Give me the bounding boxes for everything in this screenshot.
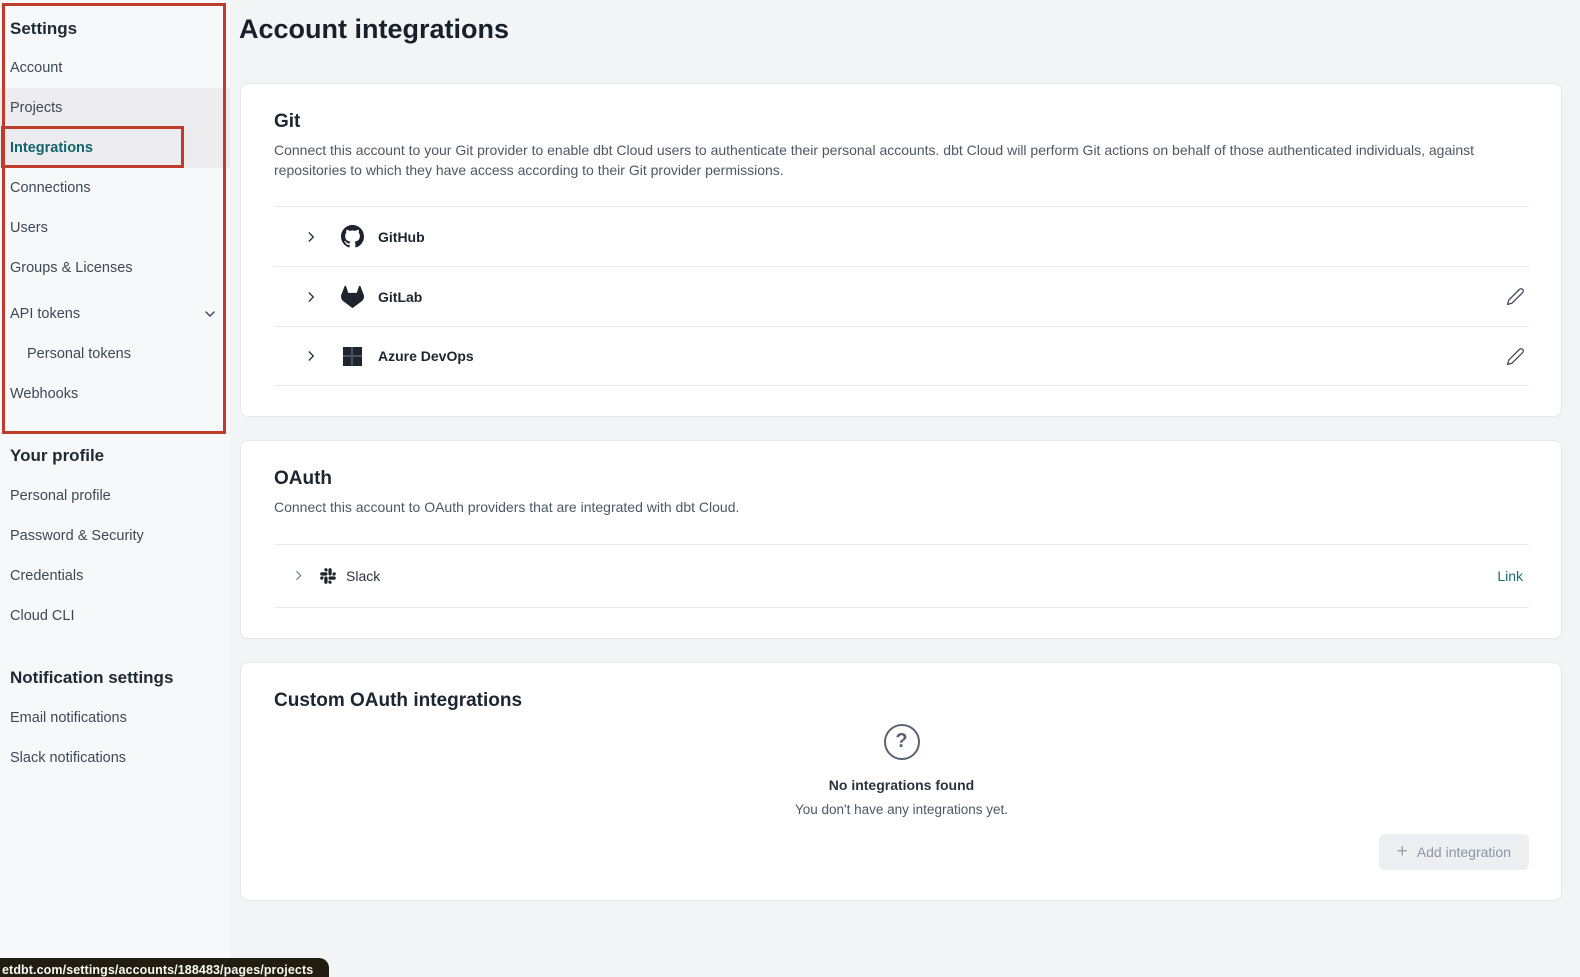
sidebar-item-groups-licenses[interactable]: Groups & Licenses [0,248,230,288]
sidebar-heading-notification-settings: Notification settings [0,658,230,698]
oauth-section-heading: OAuth [274,468,1529,490]
empty-state: ? No integrations found You don't have a… [274,724,1529,817]
sidebar-item-cloud-cli[interactable]: Cloud CLI [0,596,230,636]
chevron-right-icon[interactable] [304,230,318,244]
sidebar-item-personal-profile[interactable]: Personal profile [0,476,230,516]
custom-oauth-heading: Custom OAuth integrations [274,690,1529,712]
settings-sidebar: Settings Account Projects Integrations C… [0,0,230,977]
sidebar-item-api-tokens[interactable]: API tokens [0,294,230,334]
chevron-right-icon[interactable] [292,569,305,582]
sidebar-item-label: API tokens [10,306,80,322]
git-provider-row-github[interactable]: GitHub [274,206,1529,266]
edit-pencil-icon[interactable] [1503,344,1527,368]
provider-name: GitLab [378,289,422,305]
sidebar-item-password-security[interactable]: Password & Security [0,516,230,556]
edit-pencil-icon[interactable] [1503,285,1527,309]
provider-name: GitHub [378,229,425,245]
oauth-provider-list: Slack Link [274,544,1529,608]
git-section-card: Git Connect this account to your Git pro… [240,83,1562,417]
git-provider-row-azure-devops[interactable]: Azure DevOps [274,326,1529,386]
azure-devops-icon [340,344,364,368]
sidebar-item-email-notifications[interactable]: Email notifications [0,698,230,738]
sidebar-item-credentials[interactable]: Credentials [0,556,230,596]
empty-state-title: No integrations found [829,777,974,793]
oauth-section-card: OAuth Connect this account to OAuth prov… [240,440,1562,639]
sidebar-heading-your-profile: Your profile [0,436,230,476]
sidebar-item-connections[interactable]: Connections [0,168,230,208]
sidebar-item-account[interactable]: Account [0,48,230,88]
sidebar-item-webhooks[interactable]: Webhooks [0,374,230,414]
page-title: Account integrations [239,12,1580,46]
git-provider-list: GitHub GitLab [274,206,1529,386]
chevron-right-icon[interactable] [304,290,318,304]
sidebar-item-slack-notifications[interactable]: Slack notifications [0,738,230,778]
chevron-down-icon [202,306,218,322]
oauth-provider-row-slack[interactable]: Slack Link [274,544,1529,608]
gitlab-icon [340,285,364,309]
oauth-section-description: Connect this account to OAuth providers … [274,498,1529,518]
provider-name: Azure DevOps [378,348,474,364]
empty-state-subtitle: You don't have any integrations yet. [795,802,1008,817]
app-root: Settings Account Projects Integrations C… [0,0,1580,977]
main-content: Account integrations Git Connect this ac… [230,0,1580,977]
git-provider-row-gitlab[interactable]: GitLab [274,266,1529,326]
add-integration-label: Add integration [1417,844,1511,860]
plus-icon: + [1397,842,1408,861]
slack-icon [318,566,338,586]
slack-link-button[interactable]: Link [1497,568,1527,584]
add-integration-button[interactable]: + Add integration [1379,834,1529,870]
git-section-description: Connect this account to your Git provide… [274,141,1529,180]
github-icon [340,225,364,249]
status-url-tooltip: etdbt.com/settings/accounts/188483/pages… [0,958,329,977]
sidebar-item-projects[interactable]: Projects [0,88,230,128]
sidebar-heading-settings: Settings [0,10,230,48]
custom-oauth-section-card: Custom OAuth integrations ? No integrati… [240,662,1562,901]
question-circle-icon: ? [884,724,920,760]
chevron-right-icon[interactable] [304,349,318,363]
sidebar-item-users[interactable]: Users [0,208,230,248]
card-actions: + Add integration [274,834,1529,870]
sidebar-item-personal-tokens[interactable]: Personal tokens [0,334,230,374]
provider-name: Slack [346,568,380,584]
git-section-heading: Git [274,111,1529,133]
sidebar-item-integrations[interactable]: Integrations [0,128,230,168]
